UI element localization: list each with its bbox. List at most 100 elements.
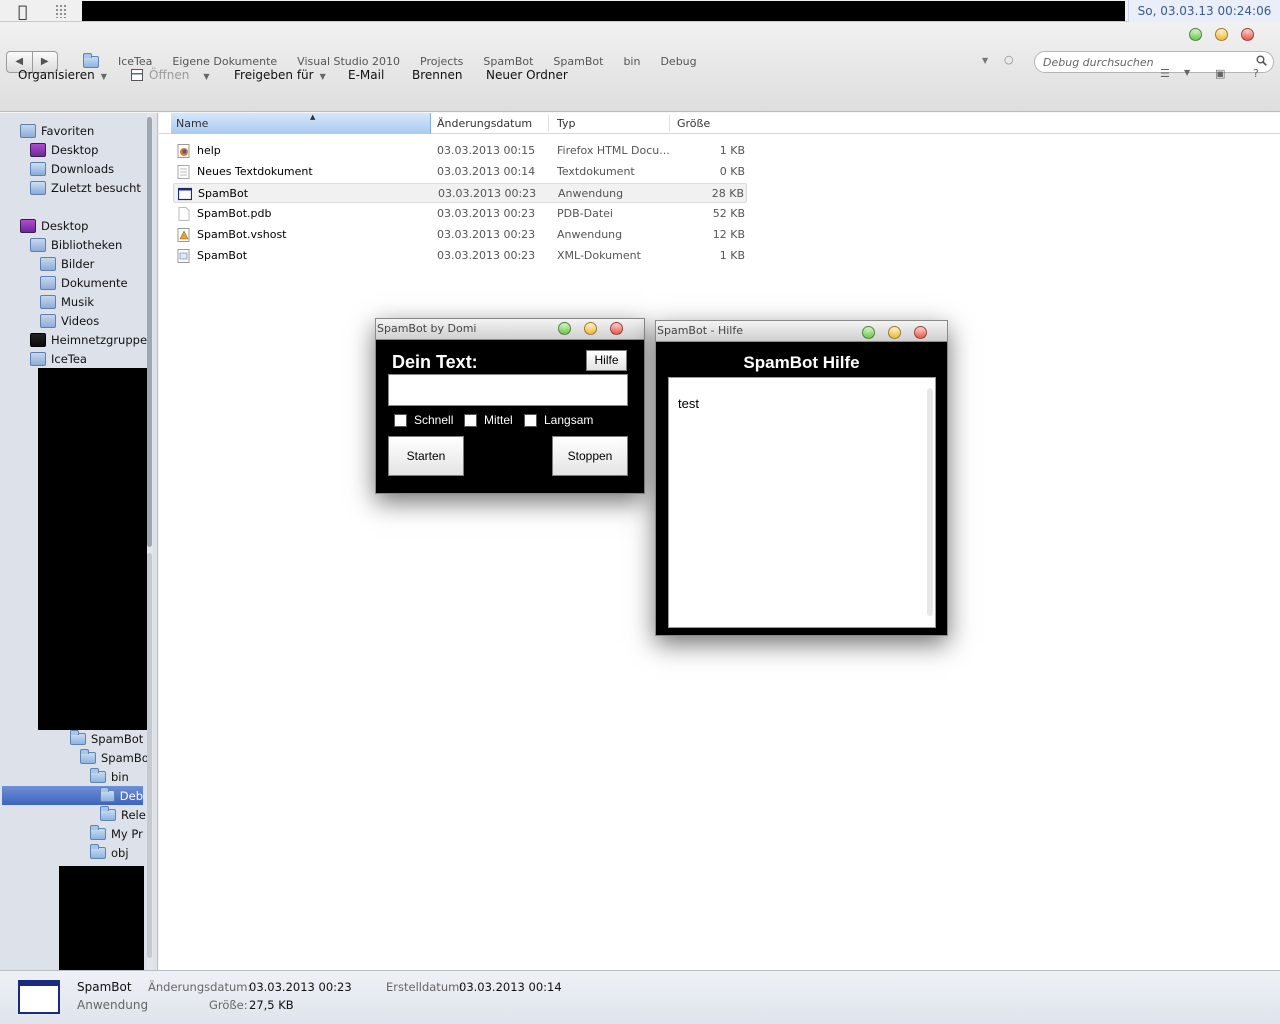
- sidebar-label: bin: [111, 769, 129, 784]
- open-menu[interactable]: Öffnen ▼: [131, 66, 209, 86]
- file-type: XML-Dokument: [557, 249, 641, 262]
- speed-mid-checkbox[interactable]: [464, 414, 477, 427]
- file-row[interactable]: help 03.03.2013 00:15 Firefox HTML Docu.…: [173, 141, 747, 161]
- sidebar-item-videos[interactable]: Videos: [40, 311, 99, 330]
- search-icon[interactable]: [1256, 55, 1267, 66]
- sidebar-tree-item[interactable]: Rele: [100, 805, 146, 824]
- apple-icon[interactable]: : [18, 2, 28, 21]
- help-button[interactable]: Hilfe: [586, 350, 627, 371]
- folder-icon: [90, 843, 106, 859]
- start-button[interactable]: Starten: [388, 436, 464, 476]
- maximize-button[interactable]: [1189, 28, 1202, 41]
- folder-icon: [100, 805, 116, 821]
- column-header-date[interactable]: Änderungsdatum: [432, 113, 532, 134]
- column-divider[interactable]: [669, 115, 670, 132]
- sidebar-label: Desktop: [51, 142, 99, 157]
- view-list-icon[interactable]: ☰: [1160, 67, 1170, 80]
- breadcrumb-item[interactable]: Debug: [650, 52, 706, 72]
- speed-mid-label: Mittel: [484, 413, 513, 427]
- close-button[interactable]: [914, 326, 927, 339]
- help-textbox[interactable]: test: [668, 377, 936, 628]
- file-row[interactable]: SpamBot.pdb 03.03.2013 00:23 PDB-Datei 5…: [173, 204, 747, 224]
- minimize-button[interactable]: [584, 322, 597, 335]
- file-date: 03.03.2013 00:23: [437, 207, 536, 220]
- scrollbar-track[interactable]: [147, 553, 152, 958]
- new-folder-button[interactable]: Neuer Ordner: [486, 66, 568, 84]
- videos-icon: [40, 313, 56, 328]
- chevron-down-icon[interactable]: ▼: [982, 56, 988, 65]
- sidebar-item-desktop-root[interactable]: Desktop: [20, 216, 88, 235]
- status-file-kind: Anwendung: [77, 998, 149, 1012]
- file-date: 03.03.2013 00:15: [437, 144, 536, 157]
- sidebar-item-libraries[interactable]: Bibliotheken: [30, 235, 122, 254]
- file-row[interactable]: Neues Textdokument 03.03.2013 00:14 Text…: [173, 162, 747, 182]
- sidebar-item-documents[interactable]: Dokumente: [40, 273, 128, 292]
- burn-button[interactable]: Brennen: [412, 66, 462, 84]
- minimize-button[interactable]: [888, 326, 901, 339]
- maximize-button[interactable]: [558, 322, 571, 335]
- share-label: Freigeben für: [234, 68, 314, 82]
- file-type: Anwendung: [558, 187, 624, 200]
- chevron-down-icon: ▼: [100, 72, 107, 81]
- sidebar-item-downloads[interactable]: Downloads: [30, 159, 114, 178]
- navigation-pane: Favoriten Desktop Downloads Zuletzt besu…: [0, 113, 158, 970]
- sidebar-tree-item[interactable]: SpamBot: [70, 729, 143, 748]
- preview-pane-icon[interactable]: ▣: [1215, 67, 1225, 80]
- sidebar-tree-item[interactable]: My Pr: [90, 824, 143, 843]
- file-date: 03.03.2013 00:23: [437, 228, 536, 241]
- sidebar-tree-item[interactable]: SpamBo: [80, 748, 149, 767]
- window-titlebar[interactable]: SpamBot - Hilfe: [656, 321, 947, 342]
- file-name: help: [197, 144, 221, 157]
- sidebar-item-user[interactable]: IceTea: [30, 349, 87, 368]
- firefox-html-icon: [177, 144, 190, 158]
- stop-button[interactable]: Stoppen: [552, 436, 628, 476]
- window-titlebar[interactable]: SpamBot by Domi: [376, 319, 644, 340]
- sidebar-item-pictures[interactable]: Bilder: [40, 254, 94, 273]
- minimize-button[interactable]: [1215, 28, 1228, 41]
- sidebar-item-recent[interactable]: Zuletzt besucht: [30, 178, 141, 197]
- column-header-type[interactable]: Typ: [552, 113, 576, 134]
- chevron-down-icon[interactable]: ▼: [1184, 68, 1190, 77]
- refresh-icon[interactable]: ○: [1004, 53, 1014, 66]
- desktop-icon: [20, 218, 36, 233]
- column-divider[interactable]: [548, 115, 549, 132]
- organize-menu[interactable]: Organisieren ▼: [18, 66, 107, 86]
- breadcrumb-item[interactable]: bin: [613, 52, 650, 72]
- status-created-value: 03.03.2013 00:14: [459, 980, 562, 994]
- column-header-name[interactable]: Name ▲: [171, 113, 431, 134]
- file-row-selected[interactable]: SpamBot 03.03.2013 00:23 Anwendung 28 KB: [173, 183, 747, 203]
- file-row[interactable]: SpamBot.vshost 03.03.2013 00:23 Anwendun…: [173, 225, 747, 245]
- sidebar-label: Rele: [121, 807, 146, 822]
- search-input[interactable]: [1034, 51, 1274, 73]
- speed-fast-checkbox[interactable]: [394, 414, 407, 427]
- sidebar-tree-item[interactable]: obj: [90, 843, 129, 862]
- sidebar-tree-item-selected[interactable]: Deb: [2, 786, 143, 805]
- sidebar-item-music[interactable]: Musik: [40, 292, 94, 311]
- spambot-window: SpamBot by Domi Dein Text: Hilfe Schnell…: [375, 318, 645, 494]
- scrollbar[interactable]: [927, 388, 933, 616]
- homegroup-icon: [30, 332, 46, 347]
- file-type: PDB-Datei: [557, 207, 613, 220]
- folder-icon: [80, 748, 96, 764]
- speed-slow-checkbox[interactable]: [524, 414, 537, 427]
- sidebar-tree-item[interactable]: bin: [90, 767, 129, 786]
- details-pane: SpamBot Anwendung Änderungsdatum: 03.03.…: [0, 970, 1280, 1024]
- text-input[interactable]: [388, 374, 628, 406]
- maximize-button[interactable]: [862, 326, 875, 339]
- close-button[interactable]: [610, 322, 623, 335]
- close-button[interactable]: [1241, 28, 1254, 41]
- application-icon: [18, 980, 60, 1014]
- file-name: Neues Textdokument: [197, 165, 313, 178]
- column-header-size[interactable]: Größe: [672, 113, 710, 134]
- sidebar-item-desktop[interactable]: Desktop: [30, 140, 98, 159]
- help-icon[interactable]: ?: [1253, 67, 1259, 80]
- file-date: 03.03.2013 00:23: [437, 249, 536, 262]
- grid-menu-icon[interactable]: [55, 4, 67, 18]
- scrollbar-thumb[interactable]: [147, 117, 152, 547]
- email-button[interactable]: E-Mail: [348, 66, 384, 84]
- sidebar-item-favorites[interactable]: Favoriten: [20, 121, 94, 140]
- file-row[interactable]: SpamBot 03.03.2013 00:23 XML-Dokument 1 …: [173, 246, 747, 266]
- file-size: 1 KB: [719, 144, 745, 157]
- share-menu[interactable]: Freigeben für ▼: [234, 66, 326, 86]
- sidebar-item-homegroup[interactable]: Heimnetzgruppe: [30, 330, 147, 349]
